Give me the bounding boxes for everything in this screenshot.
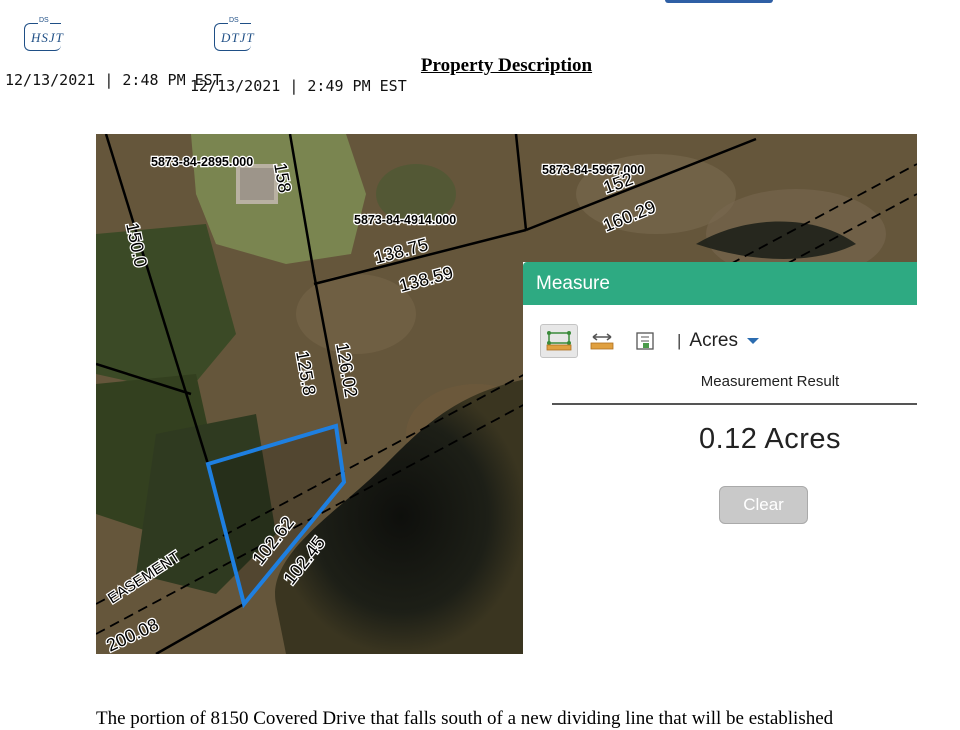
unit-dropdown[interactable]: Acres [689, 330, 738, 352]
chevron-down-icon[interactable] [747, 338, 759, 344]
area-tool-button[interactable] [540, 324, 578, 358]
measurement-result-value: 0.12 Acres [698, 423, 842, 455]
measure-toolbar: | Acres [540, 324, 759, 358]
distance-tool-button[interactable] [583, 324, 621, 358]
ds-badge: DS [228, 17, 240, 24]
toolbar-separator: | [677, 331, 682, 350]
divider [552, 403, 917, 405]
measurement-result-label: Measurement Result [700, 373, 840, 390]
parcel-id-label: 5873-84-4914.000 [354, 213, 456, 227]
area-tool-icon [546, 331, 572, 351]
measure-title: Measure [536, 272, 610, 294]
clear-button[interactable]: Clear [719, 486, 808, 524]
docusign-initial-1: DS HSJT [24, 17, 64, 51]
initial-signature: DTJT [221, 30, 255, 45]
distance-tool-icon [590, 333, 614, 350]
ds-badge: DS [38, 17, 50, 24]
initial-signature: HSJT [31, 30, 64, 45]
top-edge-bar [665, 0, 773, 3]
timestamp-2: 12/13/2021 | 2:49 PM EST [190, 77, 407, 95]
parcel-id-label: 5873-84-2895.000 [151, 155, 253, 169]
measure-header: Measure [523, 262, 917, 305]
measure-panel: Measure | Acres Measurement Result 0.12 … [523, 262, 917, 654]
location-tool-icon [636, 332, 654, 350]
location-tool-button[interactable] [626, 324, 664, 358]
page-title: Property Description [420, 55, 593, 76]
body-paragraph: The portion of 8150 Covered Drive that f… [96, 708, 834, 729]
docusign-initial-2: DS DTJT [214, 17, 254, 51]
